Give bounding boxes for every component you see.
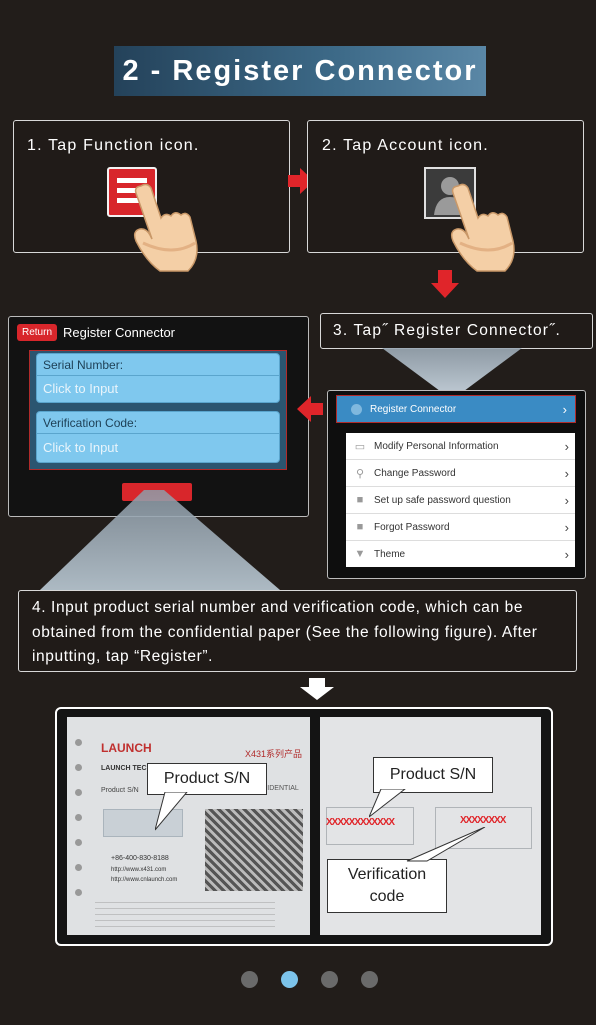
monitor-icon: ▭ (354, 440, 366, 453)
chevron-right-icon: › (564, 546, 569, 562)
menu-item-label: Forgot Password (374, 521, 450, 533)
step-4-text: 4. Input product serial number and verif… (32, 599, 538, 665)
page-title-text: 2 - Register Connector (122, 54, 478, 87)
page-dot-active[interactable] (281, 971, 298, 988)
menu-item-theme[interactable]: ▼ Theme › (346, 541, 575, 567)
menu-item-label: Change Password (374, 467, 456, 479)
step-4-box: 4. Input product serial number and verif… (18, 590, 577, 672)
step-3-box: 3. Tap˝ Register Connector˝. (320, 313, 593, 349)
paper-web-2: http://www.cnlaunch.com (111, 877, 178, 883)
callout-product-sn-left: Product S/N (147, 763, 267, 795)
paper-confidential: FIDENTIAL (263, 785, 299, 792)
arrow-left-icon (297, 396, 323, 422)
account-menu-list: ▭ Modify Personal Information › ⚲ Change… (346, 433, 575, 567)
lock-icon: ■ (356, 521, 364, 533)
scratch-pattern (205, 809, 303, 891)
step-1-text: 1. Tap Function icon. (27, 137, 200, 154)
page-dot[interactable] (361, 971, 378, 988)
page-dot[interactable] (321, 971, 338, 988)
shirt-icon: ▼ (354, 548, 366, 560)
step-3-text: 3. Tap˝ Register Connector˝. (333, 322, 562, 339)
step-2-text: 2. Tap Account icon. (322, 137, 489, 154)
paper-header-right: X431系列产品 (245, 749, 303, 759)
menu-item-change-password[interactable]: ⚲ Change Password › (346, 460, 575, 487)
menu-item-label: Register Connector (370, 403, 457, 415)
chevron-right-icon: › (564, 492, 569, 508)
paper-phone: +86-400-830-8188 (111, 855, 169, 862)
verification-code-input[interactable]: Click to Input (43, 440, 118, 455)
menu-item-safe-question[interactable]: ■ Set up safe password question › (346, 487, 575, 514)
menu-item-register-connector[interactable]: Register Connector › (336, 395, 576, 423)
page-dot[interactable] (241, 971, 258, 988)
verification-code-field[interactable]: Verification Code: Click to Input (36, 411, 280, 463)
chevron-right-icon: › (564, 519, 569, 535)
lock-icon: ■ (356, 494, 364, 506)
paper-brand: LAUNCH (101, 741, 152, 755)
paper-holes (75, 739, 83, 929)
callout-pointer (155, 792, 188, 831)
chevron-right-icon: › (564, 465, 569, 481)
pagination (241, 971, 378, 988)
masked-code: XXXXXXXX (460, 815, 506, 826)
paper-fine-print (95, 897, 275, 927)
serial-number-input[interactable]: Click to Input (43, 381, 118, 396)
serial-number-label: Serial Number: (43, 358, 124, 372)
verification-code-label: Verification Code: (43, 416, 138, 430)
callout-pointer (406, 827, 486, 862)
chevron-right-icon: › (564, 438, 569, 454)
menu-item-label: Modify Personal Information (374, 440, 499, 452)
chevron-right-icon: › (562, 401, 567, 417)
return-button[interactable]: Return (17, 324, 57, 341)
menu-item-label: Set up safe password question (374, 494, 511, 506)
paper-serial-row: Product S/N (101, 787, 139, 794)
globe-icon (351, 403, 362, 415)
callout-product-sn-right: Product S/N (373, 757, 493, 793)
register-header: Register Connector (63, 325, 175, 340)
arrow-down-icon (300, 678, 334, 700)
key-icon: ⚲ (355, 467, 365, 480)
paper-brand-sub: LAUNCH TEC (101, 765, 147, 772)
arrow-down-icon (431, 270, 459, 298)
account-menu-screen: Register Connector › ▭ Modify Personal I… (327, 390, 586, 579)
menu-item-forgot-password[interactable]: ■ Forgot Password › (346, 514, 575, 541)
pointing-hand-icon (450, 183, 515, 272)
callout-pointer (369, 789, 406, 818)
menu-item-modify-info[interactable]: ▭ Modify Personal Information › (346, 433, 575, 460)
confidential-paper-figure: LAUNCH LAUNCH TEC Product S/N X431系列产品 F… (55, 707, 553, 946)
pointing-hand-icon (133, 183, 198, 272)
callout-verification-code: Verification code (327, 859, 447, 913)
page-title: 2 - Register Connector (114, 46, 486, 96)
serial-number-field[interactable]: Serial Number: Click to Input (36, 353, 280, 403)
spotlight-beam (40, 490, 280, 590)
step-2-box: 2. Tap Account icon. (307, 120, 584, 272)
register-screen: Return Register Connector Serial Number:… (8, 316, 309, 517)
spotlight-beam (382, 348, 522, 394)
register-form: Serial Number: Click to Input Verificati… (29, 350, 287, 470)
menu-item-label: Theme (374, 548, 406, 560)
paper-web-1: http://www.x431.com (111, 867, 167, 873)
step-1-box: 1. Tap Function icon. (13, 120, 290, 272)
